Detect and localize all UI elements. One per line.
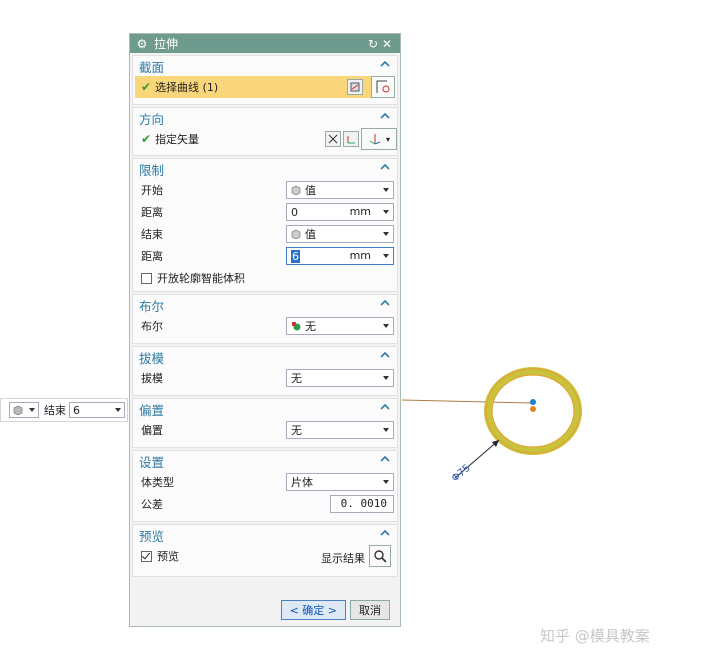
chevron-up-icon bbox=[380, 112, 390, 119]
check-icon: ✔ bbox=[141, 80, 152, 94]
boolean-dropdown[interactable]: 无 bbox=[286, 317, 394, 335]
chevron-up-icon bbox=[380, 60, 390, 67]
sketch-icon bbox=[376, 80, 390, 93]
curve-rule-button[interactable] bbox=[347, 79, 363, 95]
draft-dropdown[interactable]: 无 bbox=[286, 369, 394, 387]
tolerance-field[interactable]: 0. 0010 bbox=[330, 495, 394, 513]
check-icon: ✔ bbox=[141, 132, 152, 146]
chevron-up-icon bbox=[380, 299, 390, 306]
direction-header[interactable]: 方向 bbox=[133, 108, 397, 128]
chevron-up-icon bbox=[380, 455, 390, 462]
chevron-up-icon bbox=[380, 403, 390, 410]
limits-header[interactable]: 限制 bbox=[133, 159, 397, 179]
start-dropdown[interactable]: 值 bbox=[286, 181, 394, 199]
offset-dropdown[interactable]: 无 bbox=[286, 421, 394, 439]
offset-panel: 偏置 偏置 无 bbox=[132, 398, 398, 448]
titlebar: ⚙ 拉伸 ↻ ✕ bbox=[130, 34, 400, 53]
start-row: 开始 值 bbox=[133, 179, 397, 201]
close-icon[interactable]: ✕ bbox=[380, 37, 394, 51]
limits-panel: 限制 开始 值 距离 0 mm 结束 值 距离 6 mm 开放轮廓智能体积 bbox=[132, 158, 398, 292]
dialog-title: 拉伸 bbox=[154, 37, 179, 51]
reverse-direction-button[interactable] bbox=[325, 131, 341, 147]
boolean-panel: 布尔 布尔 无 bbox=[132, 294, 398, 344]
boolean-none-icon bbox=[292, 322, 301, 331]
extrude-dialog: ⚙ 拉伸 ↻ ✕ 截面 ✔ 选择曲线 (1) 方向 ✔ 指定矢量 ▾ 限制 开始… bbox=[129, 33, 401, 627]
cube-icon bbox=[13, 405, 23, 415]
open-profile-checkbox[interactable] bbox=[141, 272, 152, 284]
boolean-header[interactable]: 布尔 bbox=[133, 295, 397, 315]
vector-icon bbox=[347, 136, 355, 144]
vector-row: ✔ 指定矢量 ▾ bbox=[133, 128, 397, 150]
preview-panel: 预览 预览 显示结果 bbox=[132, 524, 398, 577]
draft-header[interactable]: 拔模 bbox=[133, 347, 397, 367]
watermark: 知乎 @模具教案 bbox=[540, 627, 650, 645]
floating-input-bar: 结束 6 bbox=[0, 398, 128, 422]
float-value-field[interactable]: 6 bbox=[69, 402, 125, 418]
direction-handle-icon bbox=[530, 399, 536, 405]
magnifier-icon bbox=[374, 550, 387, 563]
start-distance-row: 距离 0 mm bbox=[133, 201, 397, 223]
preview-row: 预览 显示结果 bbox=[133, 545, 397, 567]
open-profile-row[interactable]: 开放轮廓智能体积 bbox=[133, 267, 397, 289]
origin-point-icon bbox=[530, 406, 536, 412]
dialog-footer: < 确定 > 取消 bbox=[130, 593, 400, 626]
curve-rule-icon bbox=[350, 82, 360, 92]
cancel-button[interactable]: 取消 bbox=[350, 599, 390, 620]
float-label: 结束 bbox=[44, 404, 66, 417]
offset-row: 偏置 无 bbox=[133, 419, 397, 441]
boolean-row: 布尔 无 bbox=[133, 315, 397, 337]
axis-line bbox=[401, 399, 533, 404]
settings-panel: 设置 体类型 片体 公差 0. 0010 bbox=[132, 450, 398, 522]
direction-panel: 方向 ✔ 指定矢量 ▾ bbox=[132, 107, 398, 156]
ok-button[interactable]: < 确定 > bbox=[280, 599, 346, 620]
chevron-up-icon bbox=[380, 163, 390, 170]
draft-panel: 拔模 拔模 无 bbox=[132, 346, 398, 396]
reset-icon[interactable]: ↻ bbox=[366, 37, 380, 51]
axis-icon bbox=[369, 134, 381, 145]
start-distance-field[interactable]: 0 mm bbox=[286, 203, 394, 221]
vector-label: 指定矢量 bbox=[155, 133, 200, 146]
tolerance-row: 公差 0. 0010 bbox=[133, 493, 397, 515]
offset-header[interactable]: 偏置 bbox=[133, 399, 397, 419]
cube-icon bbox=[291, 185, 301, 195]
gear-icon: ⚙ bbox=[136, 36, 148, 51]
preview-label: 预览 bbox=[157, 550, 179, 563]
body-type-row: 体类型 片体 bbox=[133, 471, 397, 493]
preview-checkbox[interactable] bbox=[141, 550, 152, 562]
sketch-section-button[interactable] bbox=[371, 76, 395, 98]
chevron-up-icon bbox=[380, 529, 390, 536]
end-dropdown[interactable]: 值 bbox=[286, 225, 394, 243]
cube-icon bbox=[291, 229, 301, 239]
select-curve-row[interactable]: ✔ 选择曲线 (1) bbox=[135, 76, 395, 98]
end-distance-row: 距离 6 mm bbox=[133, 245, 397, 267]
show-result-button[interactable] bbox=[369, 545, 391, 567]
section-header[interactable]: 截面 bbox=[133, 56, 397, 76]
draft-row: 拔模 无 bbox=[133, 367, 397, 389]
reverse-icon bbox=[328, 134, 338, 144]
select-curve-label: 选择曲线 (1) bbox=[155, 81, 219, 94]
end-distance-field[interactable]: 6 mm bbox=[286, 247, 394, 265]
section-panel: 截面 ✔ 选择曲线 (1) bbox=[132, 55, 398, 105]
settings-header[interactable]: 设置 bbox=[133, 451, 397, 471]
preview-header[interactable]: 预览 bbox=[133, 525, 397, 545]
end-row: 结束 值 bbox=[133, 223, 397, 245]
show-result-label: 显示结果 bbox=[321, 552, 365, 565]
body-type-dropdown[interactable]: 片体 bbox=[286, 473, 394, 491]
chevron-up-icon bbox=[380, 351, 390, 358]
vector-dialog-button[interactable] bbox=[343, 131, 359, 147]
float-type-dropdown[interactable] bbox=[9, 402, 39, 418]
vector-type-dropdown[interactable]: ▾ bbox=[361, 128, 397, 150]
